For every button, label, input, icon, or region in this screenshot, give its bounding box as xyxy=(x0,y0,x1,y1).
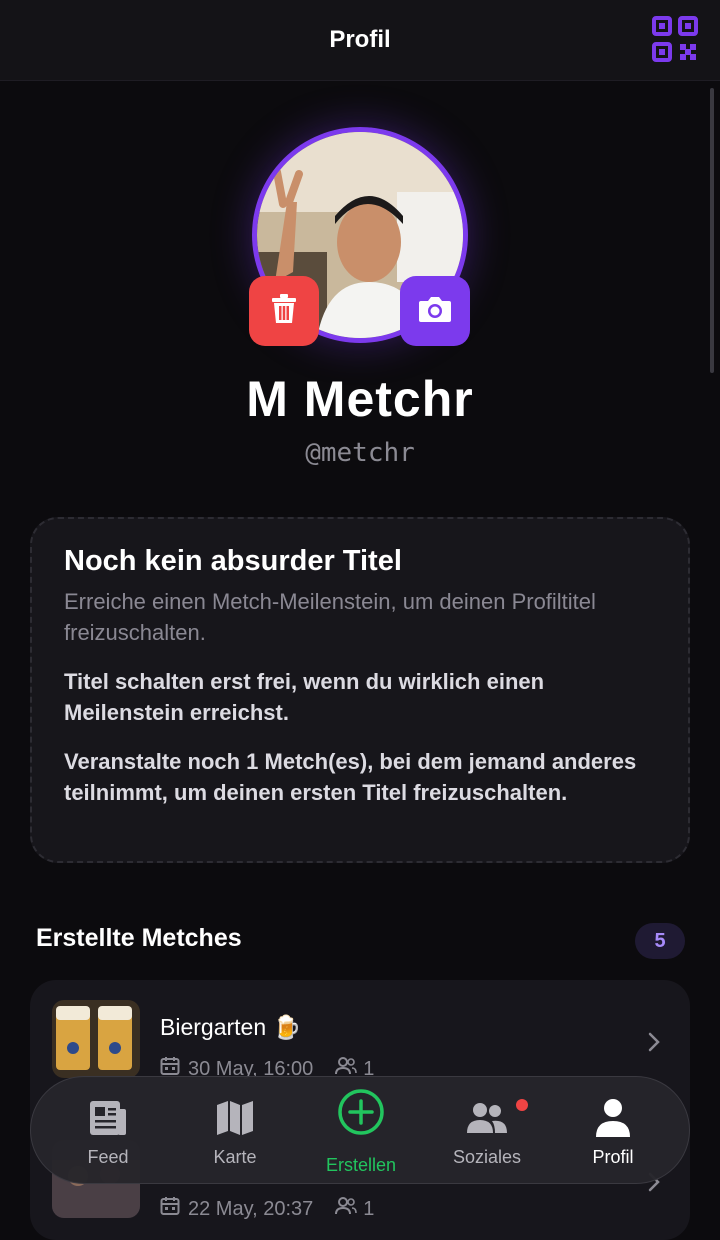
nav-feed[interactable]: Feed xyxy=(53,1077,163,1185)
list-item[interactable]: Biergarten 🍺 30 May, 16:00 1 xyxy=(30,980,690,1090)
newspaper-icon xyxy=(53,1095,163,1141)
delete-photo-button[interactable] xyxy=(249,276,319,346)
title-card-heading: Noch kein absurder Titel xyxy=(64,545,402,577)
nav-profile[interactable]: Profil xyxy=(558,1077,668,1185)
metch-participants: 1 xyxy=(363,1197,375,1220)
nav-feed-label: Feed xyxy=(87,1147,129,1167)
chevron-right-icon xyxy=(648,1032,660,1057)
metch-date: 22 May, 20:37 xyxy=(188,1197,314,1220)
trash-icon xyxy=(270,293,298,329)
title-card-requirement: Veranstalte noch 1 Metch(es), bei dem je… xyxy=(64,749,637,805)
title-card-info: Titel schalten erst frei, wenn du wirkli… xyxy=(64,669,545,725)
map-icon xyxy=(180,1095,290,1141)
nav-social-label: Soziales xyxy=(452,1147,522,1167)
profile-name: M Metchr xyxy=(246,371,474,427)
count-badge: 5 xyxy=(635,923,685,959)
metch-thumbnail xyxy=(52,1000,140,1078)
nav-social[interactable]: Soziales xyxy=(432,1077,542,1185)
bottom-nav: Feed Karte Erstellen Soziales Profil xyxy=(30,1076,690,1184)
plus-circle-icon xyxy=(306,1089,416,1135)
page-title: Profil xyxy=(329,26,391,53)
title-card-subtitle: Erreiche einen Metch-Meilenstein, um dei… xyxy=(64,589,596,645)
top-bar: Profil xyxy=(0,0,720,81)
camera-icon xyxy=(418,295,452,328)
nav-create[interactable]: Erstellen xyxy=(306,1077,416,1185)
user-icon xyxy=(558,1095,668,1141)
people-icon xyxy=(335,1197,363,1221)
scrollbar[interactable] xyxy=(710,88,714,373)
nav-profile-label: Profil xyxy=(592,1147,634,1167)
section-title-created: Erstellte Metches xyxy=(36,924,242,952)
metch-meta: 22 May, 20:37 1 xyxy=(160,1196,374,1222)
calendar-icon xyxy=(160,1196,188,1222)
title-card: Noch kein absurder Titel Erreiche einen … xyxy=(30,517,690,863)
change-photo-button[interactable] xyxy=(400,276,470,346)
qr-code-icon[interactable] xyxy=(652,16,698,62)
nav-map[interactable]: Karte xyxy=(180,1077,290,1185)
nav-create-label: Erstellen xyxy=(325,1155,397,1175)
nav-map-label: Karte xyxy=(213,1147,257,1167)
notification-dot xyxy=(516,1099,528,1111)
profile-handle: @metchr xyxy=(305,438,415,468)
metch-name: Biergarten 🍺 xyxy=(160,1014,302,1040)
